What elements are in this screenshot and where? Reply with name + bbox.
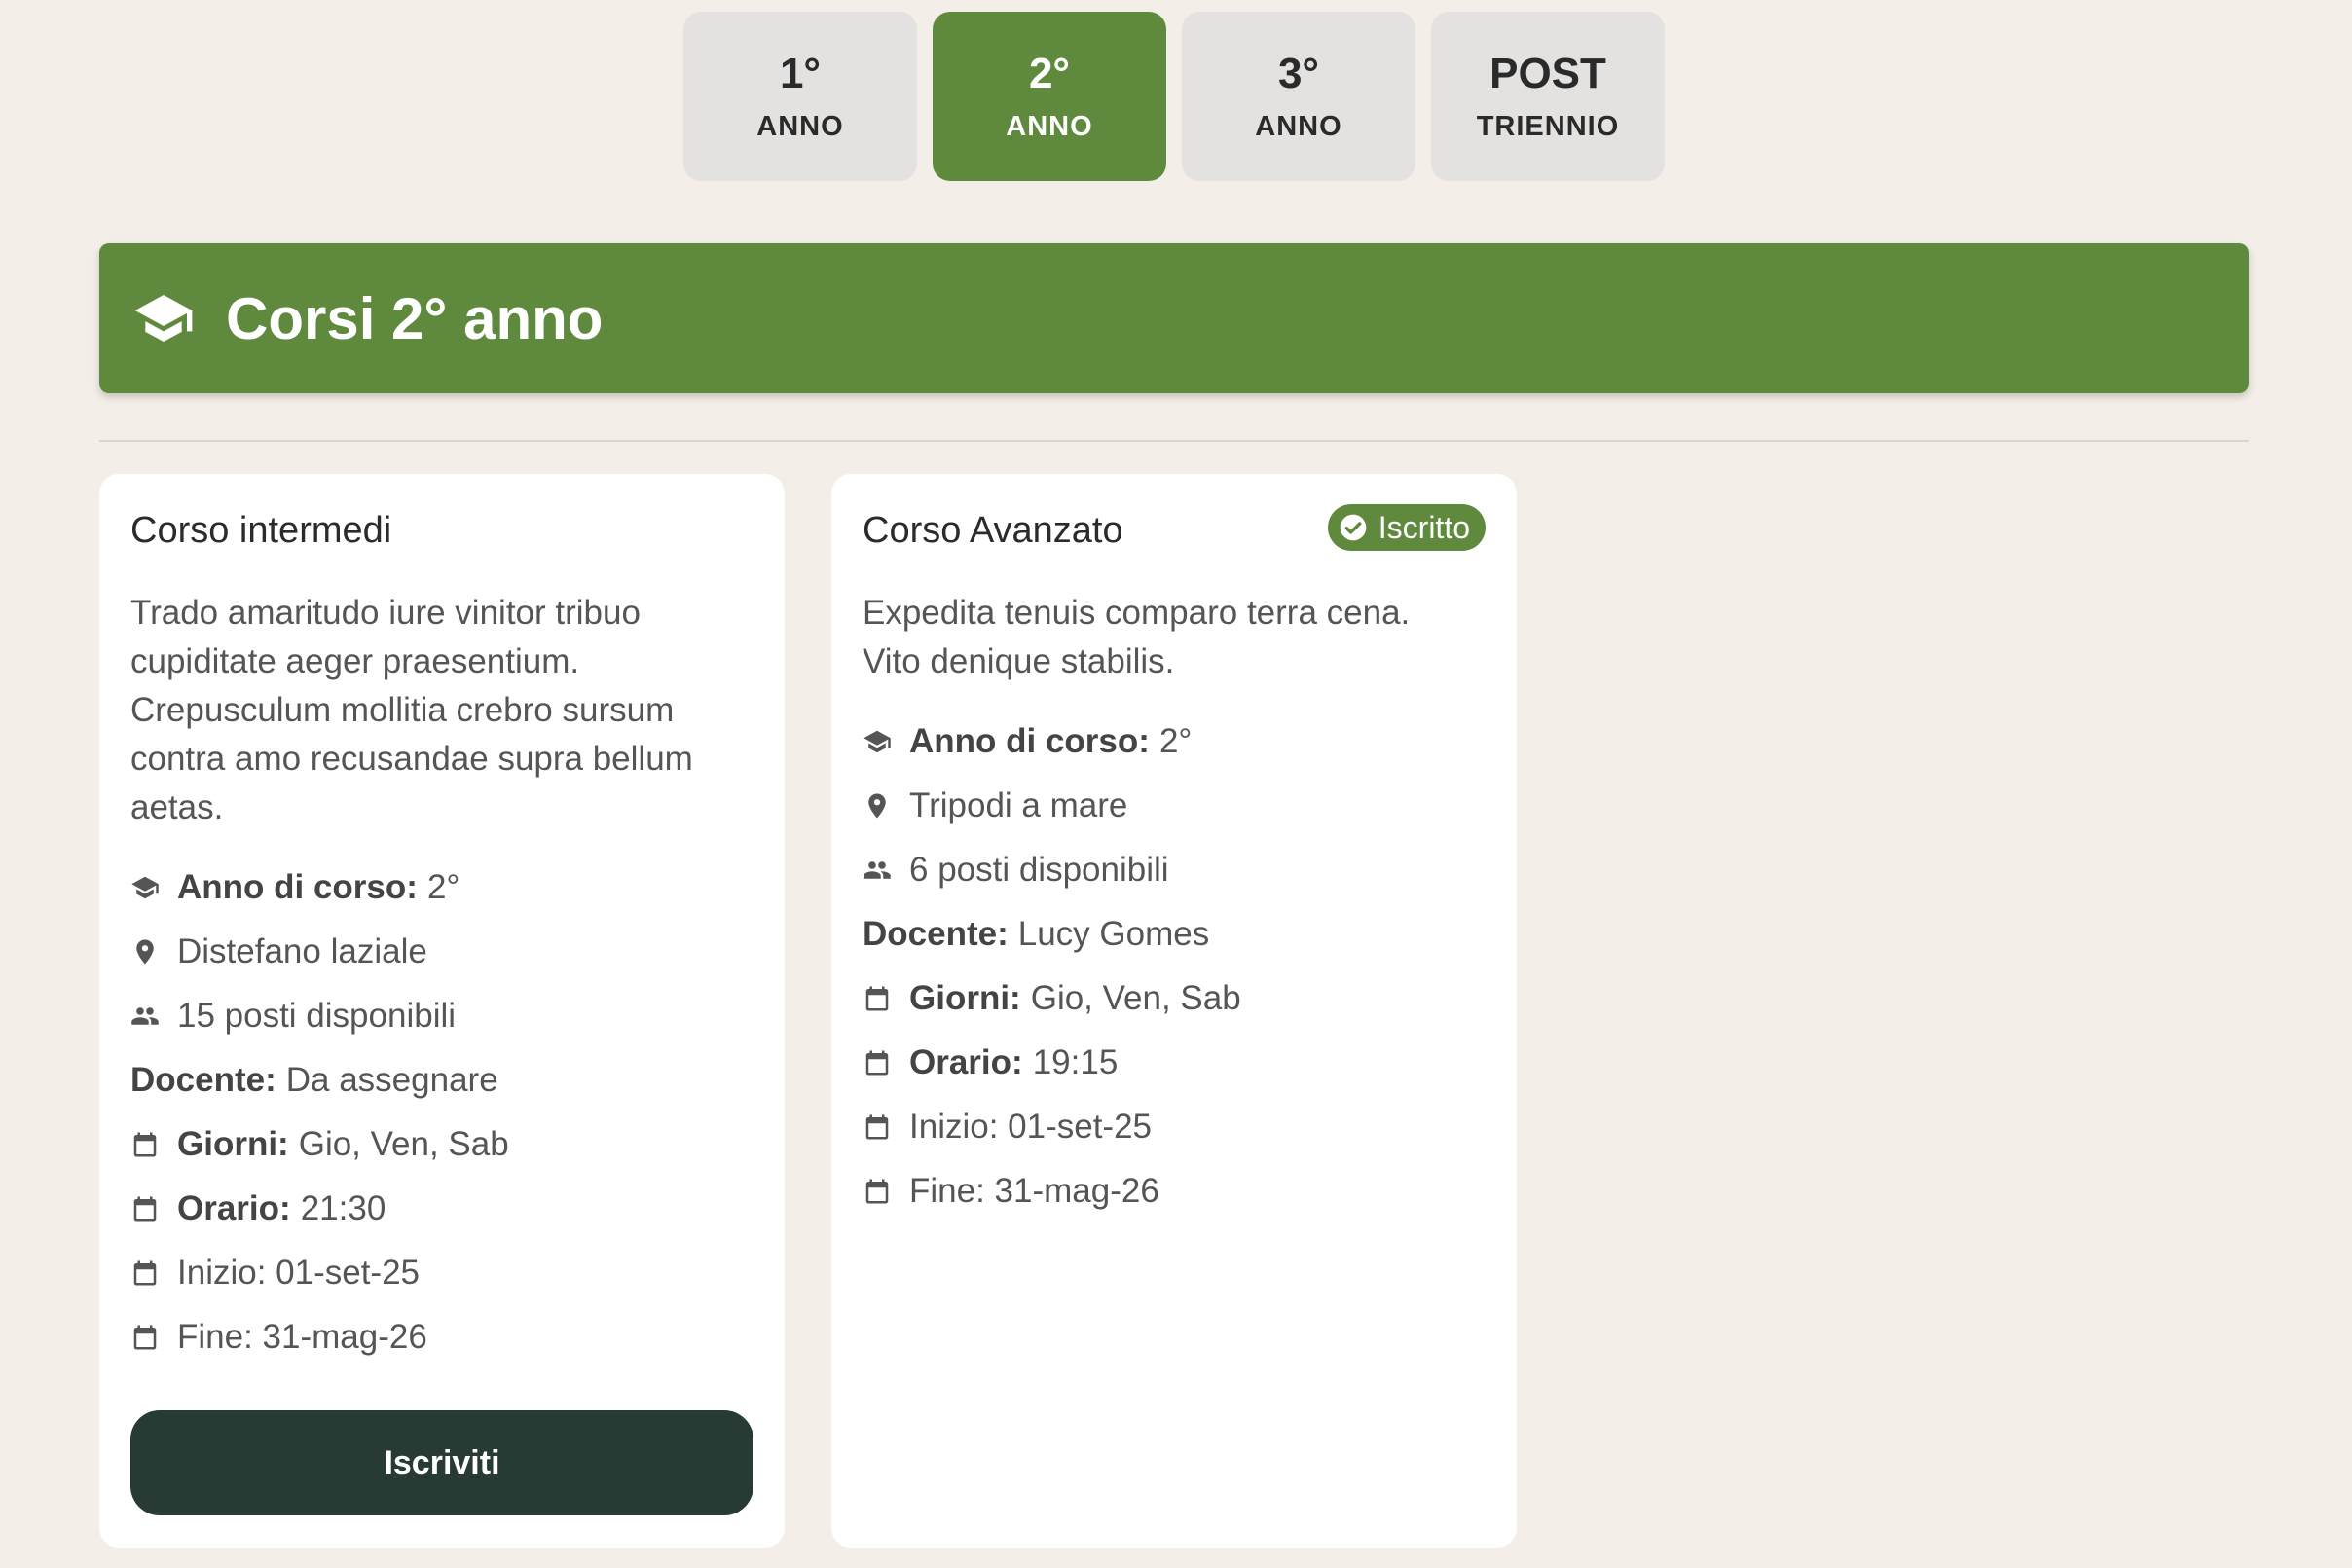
- tab-year-label: ANNO: [1255, 110, 1342, 142]
- enrolled-badge-label: Iscritto: [1378, 509, 1470, 545]
- course-year-label: Anno di corso:: [177, 868, 418, 906]
- course-days-row: Giorni: Gio, Ven, Sab: [863, 974, 1241, 1023]
- tab-year-number: 1°: [779, 49, 822, 97]
- graduation-cap-icon: [132, 287, 195, 349]
- course-start-row: Inizio: 01-set-25: [130, 1249, 420, 1297]
- tab-year-label: ANNO: [1006, 110, 1093, 142]
- calendar-icon: [863, 984, 892, 1013]
- course-card: Corso Avanzato Iscritto Expedita tenuis …: [831, 474, 1517, 1548]
- course-description: Trado amaritudo iure vinitor tribuo cupi…: [130, 594, 693, 826]
- course-location-row: Tripodi a mare: [863, 782, 1127, 830]
- course-year-label: Anno di corso:: [909, 722, 1150, 760]
- course-start-row: Inizio: 01-set-25: [863, 1103, 1152, 1151]
- course-description: Expedita tenuis comparo terra cena. Vito…: [863, 594, 1411, 680]
- course-teacher-value: Lucy Gomes: [1017, 915, 1210, 953]
- course-year-value: 2°: [1158, 722, 1193, 760]
- course-days-label: Giorni:: [177, 1125, 289, 1163]
- year-tabs: 1° ANNO 2° ANNO 3° ANNO POST TRIENNIO: [683, 12, 1665, 181]
- location-pin-icon: [130, 937, 160, 966]
- tab-year-number: 2°: [1028, 49, 1071, 97]
- section-divider: [99, 440, 2249, 442]
- tab-year-number: 3°: [1277, 49, 1320, 97]
- course-time-label: Orario:: [909, 1043, 1023, 1081]
- calendar-icon: [863, 1177, 892, 1206]
- calendar-icon: [130, 1194, 160, 1223]
- course-time-row: Orario: 21:30: [130, 1185, 386, 1233]
- course-seats-row: 6 posti disponibili: [863, 846, 1169, 894]
- enrolled-badge: Iscritto: [1327, 504, 1486, 551]
- tab-year-label: TRIENNIO: [1476, 110, 1620, 142]
- calendar-icon: [130, 1130, 160, 1159]
- course-seats: 6 posti disponibili: [909, 851, 1169, 889]
- course-teacher-row: Docente: Lucy Gomes: [863, 910, 1209, 959]
- course-time-value: 21:30: [300, 1189, 386, 1227]
- tab-year-2[interactable]: 2° ANNO: [933, 12, 1166, 181]
- graduation-cap-icon: [863, 727, 892, 756]
- course-year-value: 2°: [426, 868, 460, 906]
- tab-year-3[interactable]: 3° ANNO: [1182, 12, 1415, 181]
- course-end-row: Fine: 31-mag-26: [130, 1313, 427, 1362]
- people-icon: [863, 856, 892, 885]
- course-days-label: Giorni:: [909, 979, 1021, 1017]
- course-time-label: Orario:: [177, 1189, 291, 1227]
- course-days-value: Gio, Ven, Sab: [298, 1125, 509, 1163]
- course-end-row: Fine: 31-mag-26: [863, 1167, 1159, 1216]
- course-teacher-label: Docente:: [130, 1061, 276, 1099]
- course-location: Tripodi a mare: [909, 786, 1128, 824]
- course-time-row: Orario: 19:15: [863, 1039, 1118, 1087]
- section-title: Corsi 2° anno: [226, 285, 604, 351]
- tab-year-1[interactable]: 1° ANNO: [683, 12, 917, 181]
- tab-year-number: POST: [1489, 49, 1606, 97]
- course-card: Corso intermedi Trado amaritudo iure vin…: [99, 474, 785, 1548]
- course-end: Fine: 31-mag-26: [909, 1172, 1159, 1210]
- course-days-value: Gio, Ven, Sab: [1030, 979, 1241, 1017]
- check-circle-icon: [1338, 512, 1369, 543]
- course-year-row: Anno di corso: 2°: [130, 863, 459, 912]
- location-pin-icon: [863, 791, 892, 820]
- calendar-icon: [863, 1112, 892, 1142]
- course-title: Corso Avanzato: [863, 510, 1123, 551]
- course-title: Corso intermedi: [130, 510, 392, 551]
- course-teacher-value: Da assegnare: [285, 1061, 498, 1099]
- course-year-row: Anno di corso: 2°: [863, 717, 1192, 766]
- graduation-cap-icon: [130, 873, 160, 902]
- course-teacher-label: Docente:: [863, 915, 1009, 953]
- course-seats: 15 posti disponibili: [177, 997, 457, 1035]
- course-days-row: Giorni: Gio, Ven, Sab: [130, 1120, 509, 1169]
- course-time-value: 19:15: [1032, 1043, 1119, 1081]
- calendar-icon: [130, 1323, 160, 1352]
- course-start: Inizio: 01-set-25: [909, 1108, 1153, 1146]
- calendar-icon: [863, 1048, 892, 1077]
- tab-year-label: ANNO: [756, 110, 844, 142]
- section-header: Corsi 2° anno: [99, 243, 2249, 393]
- course-seats-row: 15 posti disponibili: [130, 992, 456, 1040]
- course-teacher-row: Docente: Da assegnare: [130, 1056, 498, 1105]
- course-start: Inizio: 01-set-25: [177, 1254, 421, 1292]
- tab-post-triennio[interactable]: POST TRIENNIO: [1431, 12, 1665, 181]
- course-end: Fine: 31-mag-26: [177, 1318, 427, 1356]
- course-location-row: Distefano laziale: [130, 928, 427, 976]
- calendar-icon: [130, 1258, 160, 1288]
- people-icon: [130, 1002, 160, 1031]
- course-location: Distefano laziale: [177, 932, 427, 970]
- enroll-button[interactable]: Iscriviti: [130, 1410, 753, 1515]
